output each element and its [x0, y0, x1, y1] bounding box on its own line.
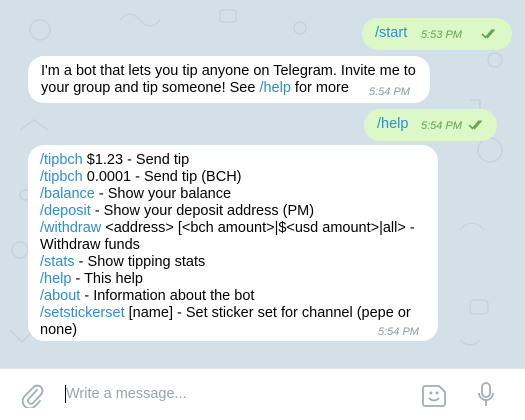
message-text: I'm a bot that lets you tip anyone on Te… [41, 63, 416, 79]
message-composer: Write a message... [0, 368, 525, 420]
deposit-command-link[interactable]: /deposit [40, 203, 91, 219]
double-check-icon [468, 119, 483, 130]
help-line-setstickerset: /setstickerset [name] - Set sticker set … [40, 305, 411, 322]
balance-command-link[interactable]: /balance [40, 186, 95, 202]
help-line-stats: /stats - Show tipping stats [40, 254, 205, 271]
message-text: - Show your deposit address (PM) [90, 203, 315, 219]
sticker-emoji-icon[interactable] [421, 382, 447, 408]
message-incoming-help-list[interactable]: /tipbch $1.23 - Send tip /tipbch 0.0001 … [28, 145, 438, 341]
message-text: $1.23 - Send tip [82, 152, 190, 168]
tipbch-command-link[interactable]: /tipbch [40, 152, 83, 168]
paperclip-icon[interactable] [20, 382, 44, 408]
telegram-chat-window: /start 5:53 PM I'm a bot that lets you t… [0, 0, 525, 420]
message-line: your group and tip someone! See /help fo… [41, 80, 349, 97]
message-outgoing-help[interactable]: /help 5:54 PM [364, 109, 497, 141]
message-text: your group and tip someone! See [41, 80, 260, 96]
help-command-link[interactable]: /help [40, 271, 71, 287]
message-text: none) [40, 322, 78, 338]
message-outgoing-start[interactable]: /start 5:53 PM [362, 18, 512, 50]
message-text[interactable]: /start [375, 25, 407, 42]
message-text: - Information about the bot [80, 288, 255, 304]
message-line: I'm a bot that lets you tip anyone on Te… [41, 63, 416, 80]
message-time: 5:54 PM [421, 120, 462, 132]
message-time: 5:54 PM [378, 326, 419, 338]
withdraw-command-link[interactable]: /withdraw [40, 220, 101, 236]
help-line-about: /about - Information about the bot [40, 288, 254, 305]
tipbch-command-link[interactable]: /tipbch [40, 169, 83, 185]
help-line-withdraw: /withdraw <address> [<bch amount>|$<usd … [40, 220, 415, 237]
message-text: 0.0001 - Send tip (BCH) [82, 169, 242, 185]
help-line-withdraw-cont: Withdraw funds [40, 237, 140, 254]
help-line-deposit: /deposit - Show your deposit address (PM… [40, 203, 314, 220]
message-text: for more [290, 80, 349, 96]
microphone-icon[interactable] [476, 381, 496, 409]
message-text[interactable]: /help [377, 116, 408, 133]
help-line-tipbch-usd: /tipbch $1.23 - Send tip [40, 152, 189, 169]
message-text: <address> [<bch amount>|$<usd amount>|al… [101, 220, 415, 236]
stats-command-link[interactable]: /stats [40, 254, 75, 270]
message-text: Withdraw funds [40, 237, 140, 253]
message-input[interactable]: Write a message... [66, 386, 187, 402]
help-line-tipbch-bch: /tipbch 0.0001 - Send tip (BCH) [40, 169, 242, 186]
message-text: [name] - Set sticker set for channel (pe… [124, 305, 411, 321]
message-incoming-intro[interactable]: I'm a bot that lets you tip anyone on Te… [28, 56, 430, 103]
message-text: - Show your balance [94, 186, 232, 202]
setstickerset-command-link[interactable]: /setstickerset [40, 305, 125, 321]
about-command-link[interactable]: /about [40, 288, 80, 304]
help-line-setstickerset-cont: none) [40, 322, 77, 339]
message-time: 5:53 PM [421, 29, 462, 41]
double-check-icon [481, 28, 496, 39]
help-line-help: /help - This help [40, 271, 143, 288]
message-text: - Show tipping stats [74, 254, 206, 270]
message-text: - This help [71, 271, 143, 287]
help-command-link[interactable]: /help [259, 80, 290, 96]
message-time: 5:54 PM [369, 86, 410, 98]
help-line-balance: /balance - Show your balance [40, 186, 231, 203]
